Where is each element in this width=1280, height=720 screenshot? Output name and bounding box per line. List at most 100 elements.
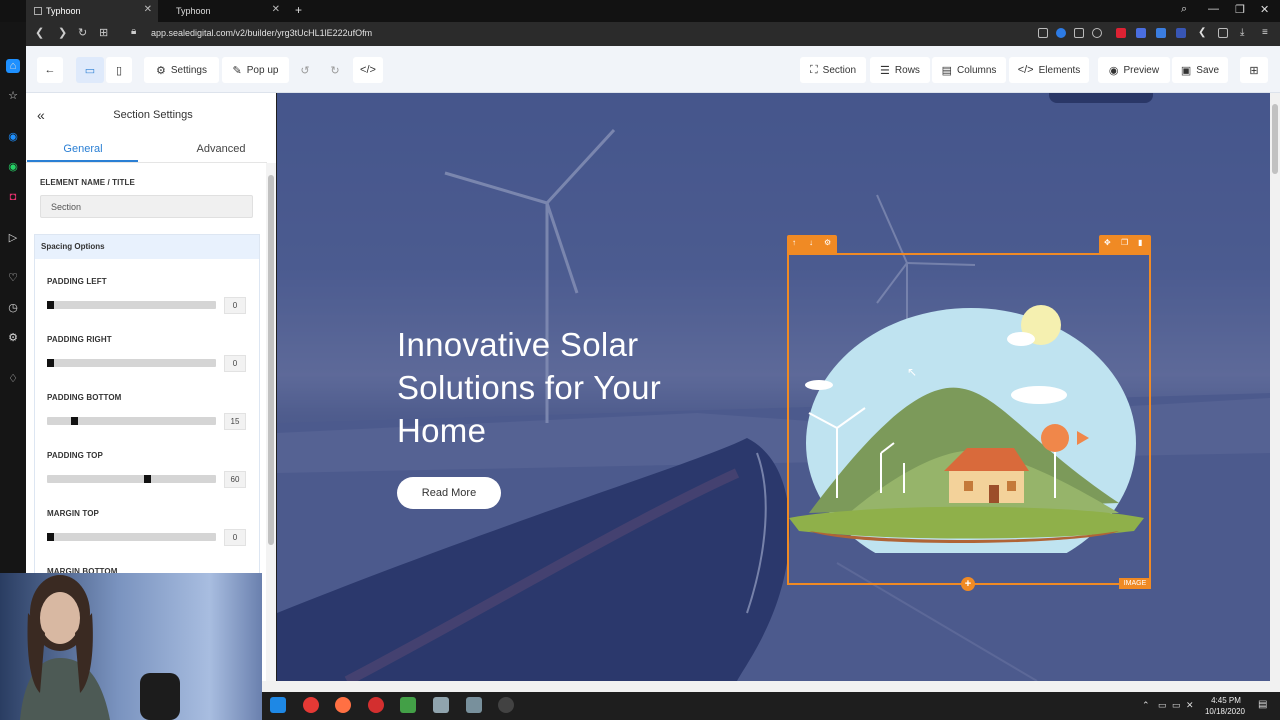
- selected-image-frame[interactable]: [787, 253, 1151, 585]
- history-icon[interactable]: ◷: [6, 301, 20, 315]
- notifications-icon[interactable]: ▤: [1258, 699, 1267, 710]
- heart-icon[interactable]: [1092, 28, 1102, 38]
- canvas-scrollbar-thumb[interactable]: [1272, 104, 1278, 174]
- read-more-button[interactable]: Read More: [397, 477, 501, 509]
- panel-scrollbar-thumb[interactable]: [268, 175, 274, 545]
- tool-icon[interactable]: [466, 697, 482, 713]
- duplicate-icon[interactable]: ❐: [1121, 238, 1128, 247]
- canvas-scrollbar[interactable]: [1270, 93, 1280, 690]
- apps-grid-button[interactable]: ⊞: [1240, 57, 1268, 83]
- extension-icon[interactable]: [1176, 28, 1186, 38]
- padding-right-value[interactable]: 0: [224, 355, 246, 372]
- bookmark-icon[interactable]: ☆: [6, 89, 20, 103]
- clock-time[interactable]: 4:45 PM: [1206, 696, 1246, 705]
- spreadsheet-icon[interactable]: [400, 697, 416, 713]
- slider-handle[interactable]: [144, 475, 151, 483]
- volume-muted-icon[interactable]: ✕: [1186, 700, 1194, 711]
- desktop-view-button[interactable]: ▭: [76, 57, 104, 83]
- heart-icon[interactable]: ♡: [6, 271, 20, 285]
- instagram-icon[interactable]: ◘: [6, 190, 20, 204]
- move-down-icon[interactable]: ↓: [809, 238, 813, 247]
- trash-icon[interactable]: ▮: [1138, 238, 1142, 247]
- extension-icon[interactable]: [1116, 28, 1126, 38]
- add-element-button[interactable]: +: [961, 577, 975, 591]
- search-tabs-icon[interactable]: ⌕: [1181, 3, 1187, 16]
- margin-top-value[interactable]: 0: [224, 529, 246, 546]
- slider-handle[interactable]: [47, 359, 54, 367]
- padding-right-slider[interactable]: [47, 359, 216, 367]
- menu-icon[interactable]: ≡: [1262, 28, 1272, 38]
- element-name-input[interactable]: Section: [40, 195, 253, 218]
- rows-button[interactable]: ☰ Rows: [870, 57, 930, 83]
- share-icon[interactable]: [1074, 28, 1084, 38]
- opera-icon[interactable]: [368, 697, 384, 713]
- restore-icon[interactable]: ❐: [1235, 3, 1245, 16]
- reload-icon[interactable]: ↻: [78, 26, 87, 39]
- settings-button[interactable]: ⚙ Settings: [144, 57, 219, 83]
- chevron-left-icon[interactable]: ❮: [1198, 28, 1208, 38]
- section-button[interactable]: ⛶ Section: [800, 57, 866, 83]
- settings-icon[interactable]: ⚙: [6, 331, 20, 345]
- padding-bottom-slider[interactable]: [47, 417, 216, 425]
- browser-tab[interactable]: Typhoon ✕: [168, 0, 286, 22]
- padding-top-value[interactable]: 60: [224, 471, 246, 488]
- minimize-icon[interactable]: —: [1208, 3, 1219, 15]
- speed-dial-icon[interactable]: ⊞: [99, 26, 108, 39]
- padding-bottom-value[interactable]: 15: [224, 413, 246, 430]
- page-canvas[interactable]: Innovative Solar Solutions for Your Home…: [277, 93, 1270, 681]
- start-icon[interactable]: [270, 697, 286, 713]
- extension-icon[interactable]: [1136, 28, 1146, 38]
- tab-general[interactable]: General: [27, 143, 139, 155]
- send-icon[interactable]: ▷: [6, 231, 20, 245]
- redo-button[interactable]: ↻: [322, 57, 348, 83]
- clock-date[interactable]: 10/18/2020: [1200, 707, 1250, 716]
- obs-icon[interactable]: [498, 697, 514, 713]
- close-tab-icon[interactable]: ✕: [144, 4, 152, 15]
- header-element-edge[interactable]: [1049, 93, 1153, 103]
- move-up-icon[interactable]: ↑: [792, 238, 796, 247]
- new-tab-button[interactable]: +: [295, 3, 302, 17]
- margin-top-slider[interactable]: [47, 533, 216, 541]
- network-icon[interactable]: ▭: [1158, 700, 1167, 711]
- home-icon[interactable]: ⌂: [6, 59, 20, 73]
- save-button[interactable]: ▣ Save: [1172, 57, 1228, 83]
- horizontal-scrollbar[interactable]: [262, 681, 1280, 692]
- close-window-icon[interactable]: ✕: [1260, 3, 1269, 16]
- slider-handle[interactable]: [47, 533, 54, 541]
- back-icon[interactable]: ❮: [35, 26, 44, 39]
- code-button[interactable]: </>: [353, 57, 383, 83]
- mobile-view-button[interactable]: ▯: [106, 57, 132, 83]
- back-button[interactable]: ←: [37, 57, 63, 83]
- slider-handle[interactable]: [71, 417, 78, 425]
- elements-button[interactable]: </> Elements: [1009, 57, 1089, 83]
- browser-tab-active[interactable]: Typhoon ✕: [26, 0, 158, 22]
- close-tab-icon[interactable]: ✕: [272, 4, 280, 15]
- whatsapp-icon[interactable]: ◉: [6, 160, 20, 174]
- spacing-options-heading[interactable]: Spacing Options: [35, 235, 259, 259]
- preview-button[interactable]: ◉ Preview: [1098, 57, 1170, 83]
- forward-icon[interactable]: ❯: [58, 26, 67, 39]
- firefox-icon[interactable]: [335, 697, 351, 713]
- slider-handle[interactable]: [47, 301, 54, 309]
- messenger-icon[interactable]: ◉: [6, 130, 20, 144]
- padding-top-slider[interactable]: [47, 475, 216, 483]
- tablet-icon[interactable]: [433, 697, 449, 713]
- cube-icon[interactable]: [1218, 28, 1228, 38]
- tab-advanced[interactable]: Advanced: [165, 143, 277, 155]
- gear-icon[interactable]: ⚙: [824, 238, 831, 247]
- padding-left-value[interactable]: 0: [224, 297, 246, 314]
- download-icon[interactable]: ⤓: [1240, 28, 1250, 38]
- camera-icon[interactable]: [1038, 28, 1048, 38]
- chrome-icon[interactable]: [303, 697, 319, 713]
- columns-button[interactable]: ▤ Columns: [932, 57, 1006, 83]
- popup-button[interactable]: ✎ Pop up: [222, 57, 289, 83]
- undo-button[interactable]: ↺: [292, 57, 318, 83]
- tips-icon[interactable]: ♢: [6, 372, 20, 386]
- extension-icon[interactable]: [1156, 28, 1166, 38]
- drag-handle-icon[interactable]: ✥: [1104, 238, 1111, 247]
- tray-chevron-icon[interactable]: ⌃: [1142, 700, 1150, 711]
- vpn-icon[interactable]: [1056, 28, 1066, 38]
- hero-headline[interactable]: Innovative Solar Solutions for Your Home: [397, 323, 697, 452]
- padding-left-slider[interactable]: [47, 301, 216, 309]
- monitor-icon[interactable]: ▭: [1172, 700, 1181, 711]
